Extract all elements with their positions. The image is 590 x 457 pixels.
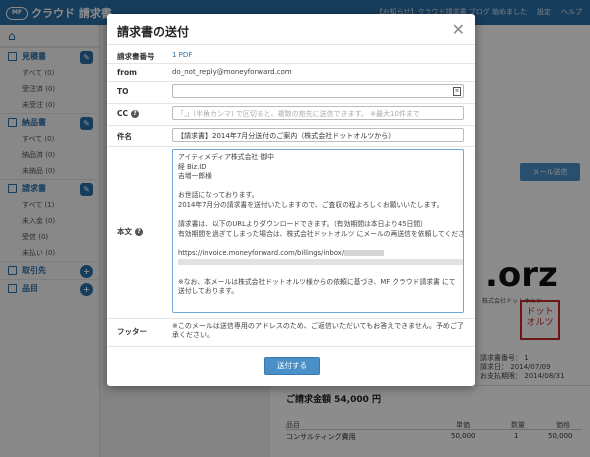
invoice-pdf-link[interactable]: 1 PDF [172, 51, 192, 59]
body-line: お世話になっております。 [178, 191, 259, 200]
footer-text: ※このメールは送信専用のアドレスのため、ご返信いただいてもお答えできません。予め… [172, 322, 464, 339]
address-book-icon[interactable]: ≡ [453, 87, 461, 96]
body-textarea[interactable]: アイティメディア株式会社 御中 経 Biz.ID 吉増一郎様 お世話になっており… [172, 149, 464, 313]
subject-label: 件名 [117, 132, 132, 141]
divider [107, 346, 475, 347]
divider [107, 125, 475, 126]
modal-title: 請求書の送付 [117, 25, 190, 39]
divider [107, 146, 475, 147]
body-label: 本文 [117, 227, 132, 236]
divider [107, 318, 475, 319]
body-line: アイティメディア株式会社 御中 [178, 153, 274, 161]
divider [107, 81, 475, 82]
to-label: TO [117, 87, 129, 96]
body-line: 吉増一郎様 [178, 172, 212, 181]
divider [107, 63, 475, 64]
body-line: 請求書は、以下のURLよりダウンロードできます。（有効期間は本日より45日間） [178, 220, 427, 229]
footer-label: フッター [117, 327, 147, 336]
cc-label: CC [117, 109, 129, 118]
help-icon[interactable]: ? [135, 227, 143, 236]
to-field[interactable] [172, 84, 464, 98]
subject-field[interactable]: 【請求書】2014年7月分送付のご案内（株式会社ドットオルツから） [172, 128, 464, 142]
body-line [178, 182, 458, 192]
body-url: https://invoice.moneyforward.com/billing… [178, 248, 345, 257]
body-line: 2014年7月分の請求書を送付いたしますので、ご査収の程よろしくお願いいたします… [178, 200, 444, 209]
help-icon[interactable]: ? [131, 109, 140, 118]
cc-field[interactable]: 「,」(半角カンマ) で区切ると、複数の宛先に送信できます。 ※最大10件まで [172, 106, 464, 120]
divider [107, 44, 475, 45]
body-line: 経 Biz.ID [178, 162, 207, 171]
redacted-token [178, 258, 463, 265]
body-line [178, 211, 458, 221]
invoice-no-label: 請求書番号 [117, 52, 155, 61]
divider [107, 103, 475, 104]
body-line [178, 268, 458, 278]
redacted-token [344, 249, 385, 256]
body-line [178, 239, 458, 249]
send-button[interactable]: 送付する [264, 357, 320, 375]
from-label: from [117, 68, 137, 77]
close-icon[interactable]: ✕ [452, 20, 465, 39]
send-invoice-modal: 請求書の送付 ✕ 請求書番号 1 PDF from do_not_reply@m… [107, 14, 475, 386]
body-line: 有効期間を過ぎてしまった場合は、株式会社ドットオルツ にメールの再送信を依頼して… [178, 229, 464, 238]
body-line: ※なお、本メールは株式会社ドットオルツ様からの依頼に基づき、MF クラウド請求書… [178, 277, 456, 296]
from-value: do_not_reply@moneyforward.com [172, 68, 292, 76]
